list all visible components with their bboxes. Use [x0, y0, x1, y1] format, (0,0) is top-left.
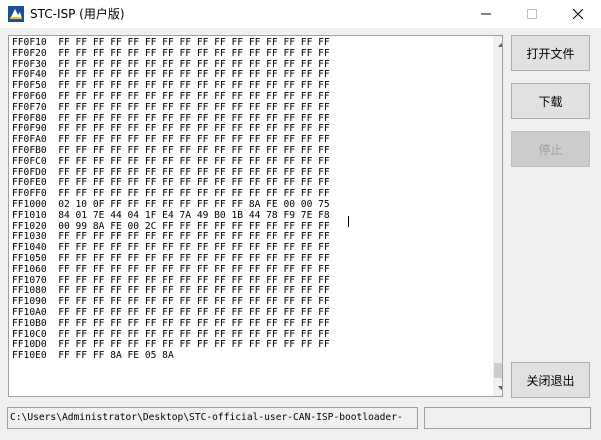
- hex-line: FF1060 FF FF FF FF FF FF FF FF FF FF FF …: [12, 263, 330, 275]
- hex-line: FF0FC0 FF FF FF FF FF FF FF FF FF FF FF …: [12, 155, 330, 167]
- title-bar[interactable]: STC-ISP (用户版): [0, 0, 601, 28]
- scrollbar-thumb[interactable]: [494, 363, 502, 378]
- scroll-up-button[interactable]: [493, 36, 502, 53]
- stc-app-icon[interactable]: [8, 6, 24, 22]
- close-button[interactable]: [555, 0, 601, 28]
- close-exit-button[interactable]: 关闭退出: [511, 362, 590, 398]
- download-button[interactable]: 下载: [511, 83, 590, 119]
- scroll-down-button[interactable]: [493, 379, 502, 396]
- hex-line: FF1010 84 01 7E 44 04 1F E4 7A 49 B0 1B …: [12, 209, 330, 221]
- minimize-icon: [481, 13, 491, 15]
- hex-line: FF0F20 FF FF FF FF FF FF FF FF FF FF FF …: [12, 47, 330, 59]
- hex-line: FF10B0 FF FF FF FF FF FF FF FF FF FF FF …: [12, 317, 330, 329]
- close-icon: [573, 9, 583, 19]
- hex-data-view[interactable]: FF0F10 FF FF FF FF FF FF FF FF FF FF FF …: [8, 35, 503, 397]
- file-path-status: C:\Users\Administrator\Desktop\STC-offic…: [7, 407, 418, 429]
- scroll-down-arrow-icon: [498, 385, 502, 390]
- hex-line: FF10E0 FF FF FF 8A FE 05 8A: [12, 350, 174, 362]
- minimize-button[interactable]: [463, 0, 509, 28]
- file-path-text: C:\Users\Administrator\Desktop\STC-offic…: [10, 412, 403, 423]
- scroll-up-arrow-icon: [498, 42, 502, 47]
- stop-button[interactable]: 停止: [511, 131, 590, 167]
- status-panel: [424, 407, 591, 429]
- window-title: STC-ISP (用户版): [30, 7, 125, 21]
- open-file-button[interactable]: 打开文件: [511, 35, 590, 71]
- hex-line: FF0F70 FF FF FF FF FF FF FF FF FF FF FF …: [12, 101, 330, 113]
- maximize-icon: [527, 9, 537, 19]
- hex-lines: FF0F10 FF FF FF FF FF FF FF FF FF FF FF …: [12, 38, 486, 394]
- text-caret: [348, 216, 349, 227]
- vertical-scrollbar[interactable]: [493, 36, 502, 396]
- maximize-button[interactable]: [509, 0, 555, 28]
